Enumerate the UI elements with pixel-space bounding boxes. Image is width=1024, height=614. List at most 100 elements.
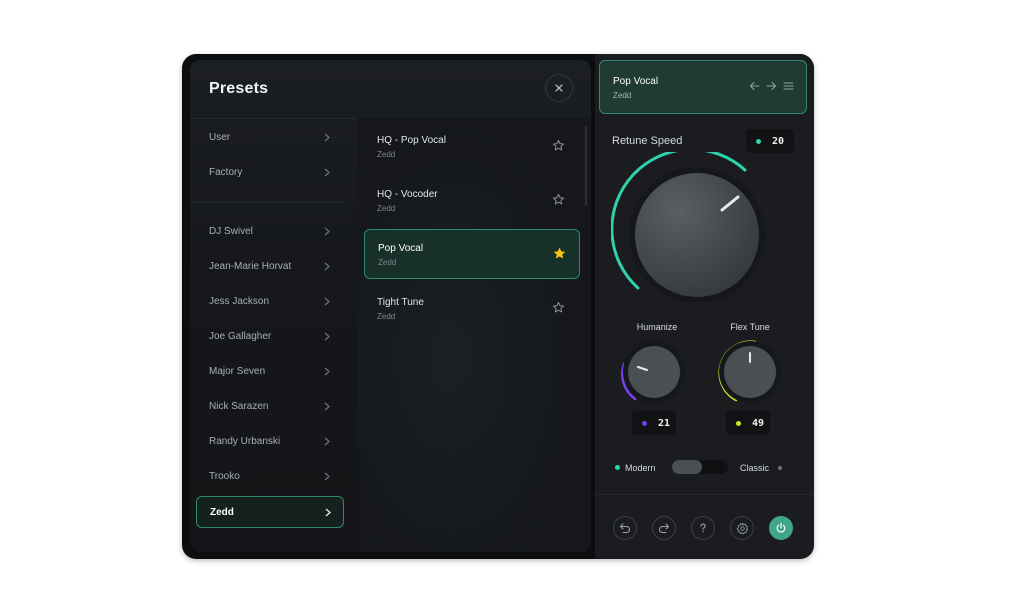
- preset-list: HQ - Pop Vocal Zedd HQ - Vocoder Zedd Po…: [358, 118, 591, 552]
- artist-item-selected[interactable]: Zedd: [196, 496, 344, 528]
- power-button[interactable]: [769, 516, 793, 540]
- preset-name: HQ - Pop Vocal: [377, 135, 446, 146]
- humanize-label: Humanize: [636, 322, 678, 332]
- artist-label: Jess Jackson: [209, 295, 270, 307]
- power-icon: [776, 522, 786, 533]
- modern-indicator-dot: [615, 465, 620, 470]
- chevron-right-icon: [324, 168, 330, 176]
- artist-label: Trooko: [209, 470, 240, 482]
- arrow-right-icon[interactable]: [766, 81, 777, 91]
- arrow-left-icon[interactable]: [749, 81, 760, 91]
- artist-item[interactable]: Randy Urbanski: [196, 426, 342, 456]
- chevron-right-icon: [324, 133, 330, 141]
- presets-header: Presets: [190, 60, 591, 119]
- undo-button[interactable]: [613, 516, 637, 540]
- chevron-right-icon: [324, 262, 330, 270]
- category-item-factory[interactable]: Factory: [196, 157, 342, 187]
- flex-tune-knob[interactable]: [710, 336, 786, 406]
- redo-button[interactable]: [652, 516, 676, 540]
- divider: [595, 494, 814, 495]
- retune-speed-number: 20: [772, 135, 785, 147]
- star-filled-icon[interactable]: [553, 247, 566, 260]
- star-icon[interactable]: [552, 139, 565, 152]
- chevron-right-icon: [325, 508, 331, 516]
- star-icon[interactable]: [552, 193, 565, 206]
- artist-item[interactable]: DJ Swivel: [196, 216, 342, 246]
- preset-item[interactable]: Tight Tune Zedd: [364, 284, 578, 332]
- preset-name: HQ - Vocoder: [377, 189, 438, 200]
- settings-button[interactable]: [730, 516, 754, 540]
- scrollbar[interactable]: [585, 126, 587, 206]
- current-preset-name: Pop Vocal: [613, 76, 659, 87]
- artist-label: Nick Sarazen: [209, 400, 269, 412]
- retune-speed-label: Retune Speed: [612, 135, 683, 147]
- redo-icon: [659, 523, 670, 534]
- help-icon: [700, 523, 706, 533]
- artist-label: DJ Swivel: [209, 225, 253, 237]
- chevron-right-icon: [324, 402, 330, 410]
- retune-speed-knob[interactable]: [611, 152, 791, 302]
- divider: [190, 202, 346, 203]
- artist-label: Randy Urbanski: [209, 435, 281, 447]
- flex-tune-label: Flex Tune: [730, 322, 770, 332]
- artist-item[interactable]: Joe Gallagher: [196, 321, 342, 351]
- preset-author: Zedd: [377, 150, 396, 159]
- gear-icon: [736, 522, 748, 534]
- knob-body: [628, 346, 680, 398]
- artist-label: Major Seven: [209, 365, 266, 377]
- close-button[interactable]: [545, 74, 573, 102]
- mode-modern-label[interactable]: Modern: [625, 463, 656, 473]
- mode-toggle[interactable]: [672, 460, 728, 474]
- preset-author: Zedd: [377, 204, 396, 213]
- category-label: Factory: [209, 166, 243, 178]
- menu-icon[interactable]: [783, 81, 794, 91]
- artist-item[interactable]: Trooko: [196, 461, 342, 491]
- preset-name: Tight Tune: [377, 297, 424, 308]
- plugin-window: Presets User Factory DJ Swivel Jean-Mari…: [182, 54, 814, 559]
- preset-nav: [749, 81, 794, 91]
- preset-category-list: User Factory DJ Swivel Jean-Marie Horvat…: [190, 118, 359, 552]
- category-item-user[interactable]: User: [196, 122, 342, 152]
- status-dot: [756, 138, 761, 144]
- artist-item[interactable]: Major Seven: [196, 356, 342, 386]
- status-dot: [642, 420, 647, 426]
- help-button[interactable]: [691, 516, 715, 540]
- humanize-number: 21: [658, 417, 671, 429]
- chevron-right-icon: [324, 472, 330, 480]
- classic-indicator-dot: [778, 466, 782, 470]
- undo-icon: [619, 523, 630, 534]
- preset-author: Zedd: [378, 258, 397, 267]
- close-icon: [555, 84, 563, 92]
- current-preset-card[interactable]: Pop Vocal Zedd: [599, 60, 807, 114]
- humanize-value[interactable]: 21: [632, 411, 676, 435]
- star-icon[interactable]: [552, 301, 565, 314]
- artist-item[interactable]: Jean-Marie Horvat: [196, 251, 342, 281]
- chevron-right-icon: [324, 297, 330, 305]
- status-dot: [736, 420, 741, 426]
- current-preset-author: Zedd: [613, 91, 632, 100]
- artist-item[interactable]: Jess Jackson: [196, 286, 342, 316]
- artist-label: Zedd: [210, 506, 234, 518]
- chevron-right-icon: [324, 367, 330, 375]
- artist-label: Joe Gallagher: [209, 330, 272, 342]
- chevron-right-icon: [324, 332, 330, 340]
- humanize-knob[interactable]: [615, 336, 691, 406]
- category-label: User: [209, 131, 231, 143]
- presets-title: Presets: [209, 80, 269, 97]
- preset-item-selected[interactable]: Pop Vocal Zedd: [364, 229, 580, 279]
- mode-classic-label[interactable]: Classic: [740, 463, 769, 473]
- presets-panel: Presets User Factory DJ Swivel Jean-Mari…: [190, 60, 591, 552]
- flex-tune-value[interactable]: 49: [726, 411, 770, 435]
- control-panel: Pop Vocal Zedd Retune Speed 20 Humanize …: [595, 54, 814, 559]
- preset-author: Zedd: [377, 312, 396, 321]
- preset-name: Pop Vocal: [378, 243, 424, 254]
- artist-label: Jean-Marie Horvat: [209, 260, 292, 272]
- artist-item[interactable]: Nick Sarazen: [196, 391, 342, 421]
- knob-body: [635, 173, 759, 297]
- toggle-thumb[interactable]: [672, 460, 702, 474]
- mode-selector: Modern Classic: [615, 459, 795, 477]
- preset-item[interactable]: HQ - Vocoder Zedd: [364, 176, 578, 224]
- preset-item[interactable]: HQ - Pop Vocal Zedd: [364, 122, 578, 170]
- retune-speed-value[interactable]: 20: [746, 129, 794, 153]
- chevron-right-icon: [324, 227, 330, 235]
